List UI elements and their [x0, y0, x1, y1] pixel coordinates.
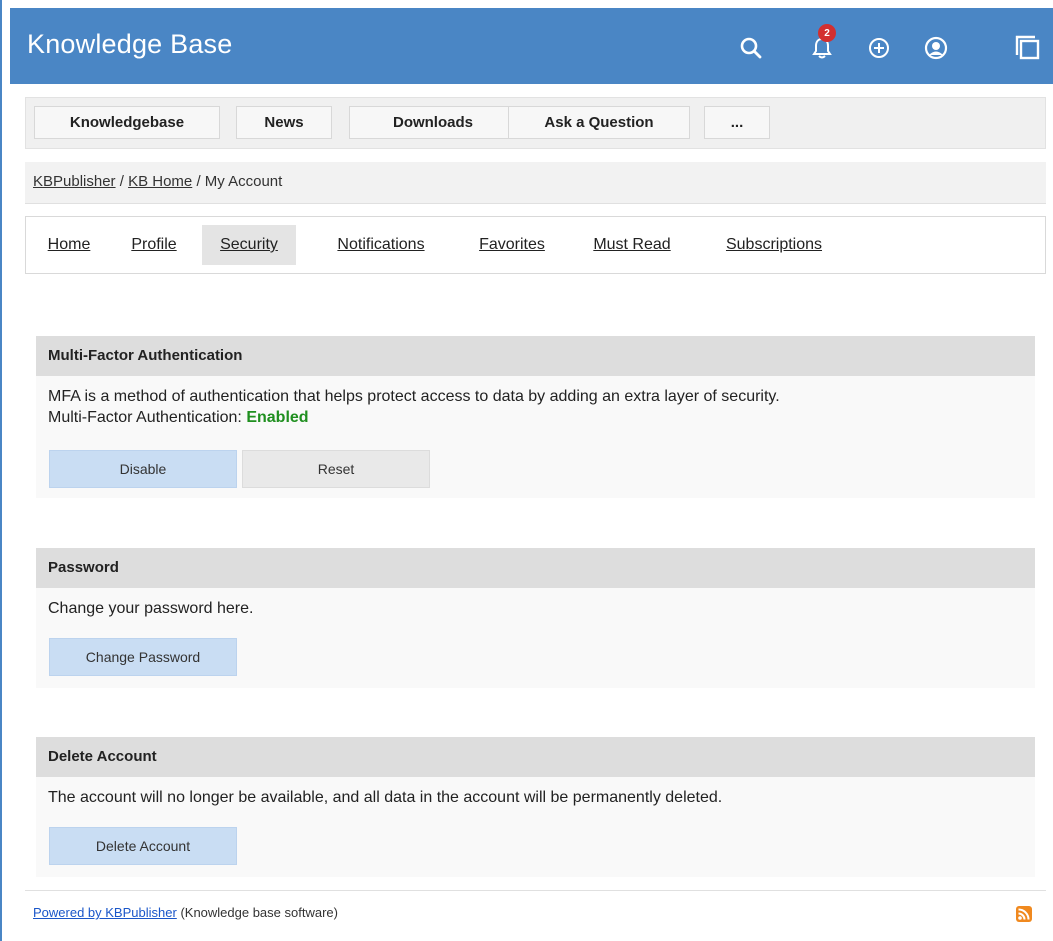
breadcrumb-separator: / — [196, 173, 201, 190]
change-password-button[interactable]: Change Password — [49, 638, 237, 676]
mfa-section: Multi-Factor Authentication MFA is a met… — [36, 336, 1035, 498]
password-section-title: Password — [36, 548, 1035, 588]
tab-home[interactable]: Home — [34, 225, 104, 265]
account-tabs: Home Profile Security Notifications Favo… — [25, 216, 1046, 274]
nav-knowledgebase[interactable]: Knowledgebase — [34, 106, 220, 139]
plus-circle-icon[interactable] — [863, 32, 895, 64]
tab-must-read[interactable]: Must Read — [576, 225, 688, 265]
delete-account-section: Delete Account The account will no longe… — [36, 737, 1035, 877]
tab-profile[interactable]: Profile — [118, 225, 190, 265]
delete-account-button[interactable]: Delete Account — [49, 827, 237, 865]
tab-security[interactable]: Security — [202, 225, 296, 265]
nav-downloads[interactable]: Downloads — [349, 106, 517, 139]
breadcrumb: KBPublisher / KB Home / My Account — [25, 162, 1046, 204]
notifications-button[interactable]: 2 — [806, 24, 838, 64]
app-title: Knowledge Base — [27, 29, 233, 59]
top-navigation: Knowledgebase News Downloads Ask a Quest… — [25, 97, 1046, 149]
nav-news[interactable]: News — [236, 106, 332, 139]
mfa-description-block: MFA is a method of authentication that h… — [36, 376, 1035, 428]
disable-mfa-button[interactable]: Disable — [49, 450, 237, 488]
footer-suffix: (Knowledge base software) — [180, 905, 338, 920]
mfa-description: MFA is a method of authentication that h… — [48, 388, 780, 405]
password-section: Password Change your password here. Chan… — [36, 548, 1035, 688]
breadcrumb-kbpublisher[interactable]: KBPublisher — [33, 173, 116, 190]
footer: Powered by KBPublisher (Knowledge base s… — [33, 905, 338, 920]
mfa-section-title: Multi-Factor Authentication — [36, 336, 1035, 376]
delete-account-description: The account will no longer be available,… — [48, 789, 723, 806]
tab-notifications[interactable]: Notifications — [314, 225, 448, 265]
reset-mfa-button[interactable]: Reset — [242, 450, 430, 488]
window-left-edge — [0, 0, 2, 941]
tab-favorites[interactable]: Favorites — [462, 225, 562, 265]
rss-icon[interactable] — [1016, 906, 1032, 922]
window-icon[interactable] — [1012, 32, 1044, 64]
app-header: Knowledge Base 2 — [10, 8, 1053, 84]
nav-more[interactable]: ... — [704, 106, 770, 139]
breadcrumb-separator: / — [119, 173, 124, 190]
footer-divider — [25, 890, 1046, 891]
user-icon[interactable] — [920, 32, 952, 64]
nav-ask-question[interactable]: Ask a Question — [508, 106, 690, 139]
tab-subscriptions[interactable]: Subscriptions — [704, 225, 844, 265]
mfa-status-value: Enabled — [246, 409, 309, 426]
mfa-status-line: Multi-Factor Authentication: Enabled — [48, 407, 1023, 428]
notification-count-badge: 2 — [818, 24, 836, 42]
breadcrumb-kb-home[interactable]: KB Home — [128, 173, 192, 190]
password-description: Change your password here. — [48, 600, 254, 617]
search-icon[interactable] — [735, 32, 767, 64]
delete-account-section-title: Delete Account — [36, 737, 1035, 777]
mfa-status-label: Multi-Factor Authentication: — [48, 409, 242, 426]
breadcrumb-current: My Account — [204, 173, 283, 190]
powered-by-link[interactable]: Powered by KBPublisher — [33, 905, 177, 920]
